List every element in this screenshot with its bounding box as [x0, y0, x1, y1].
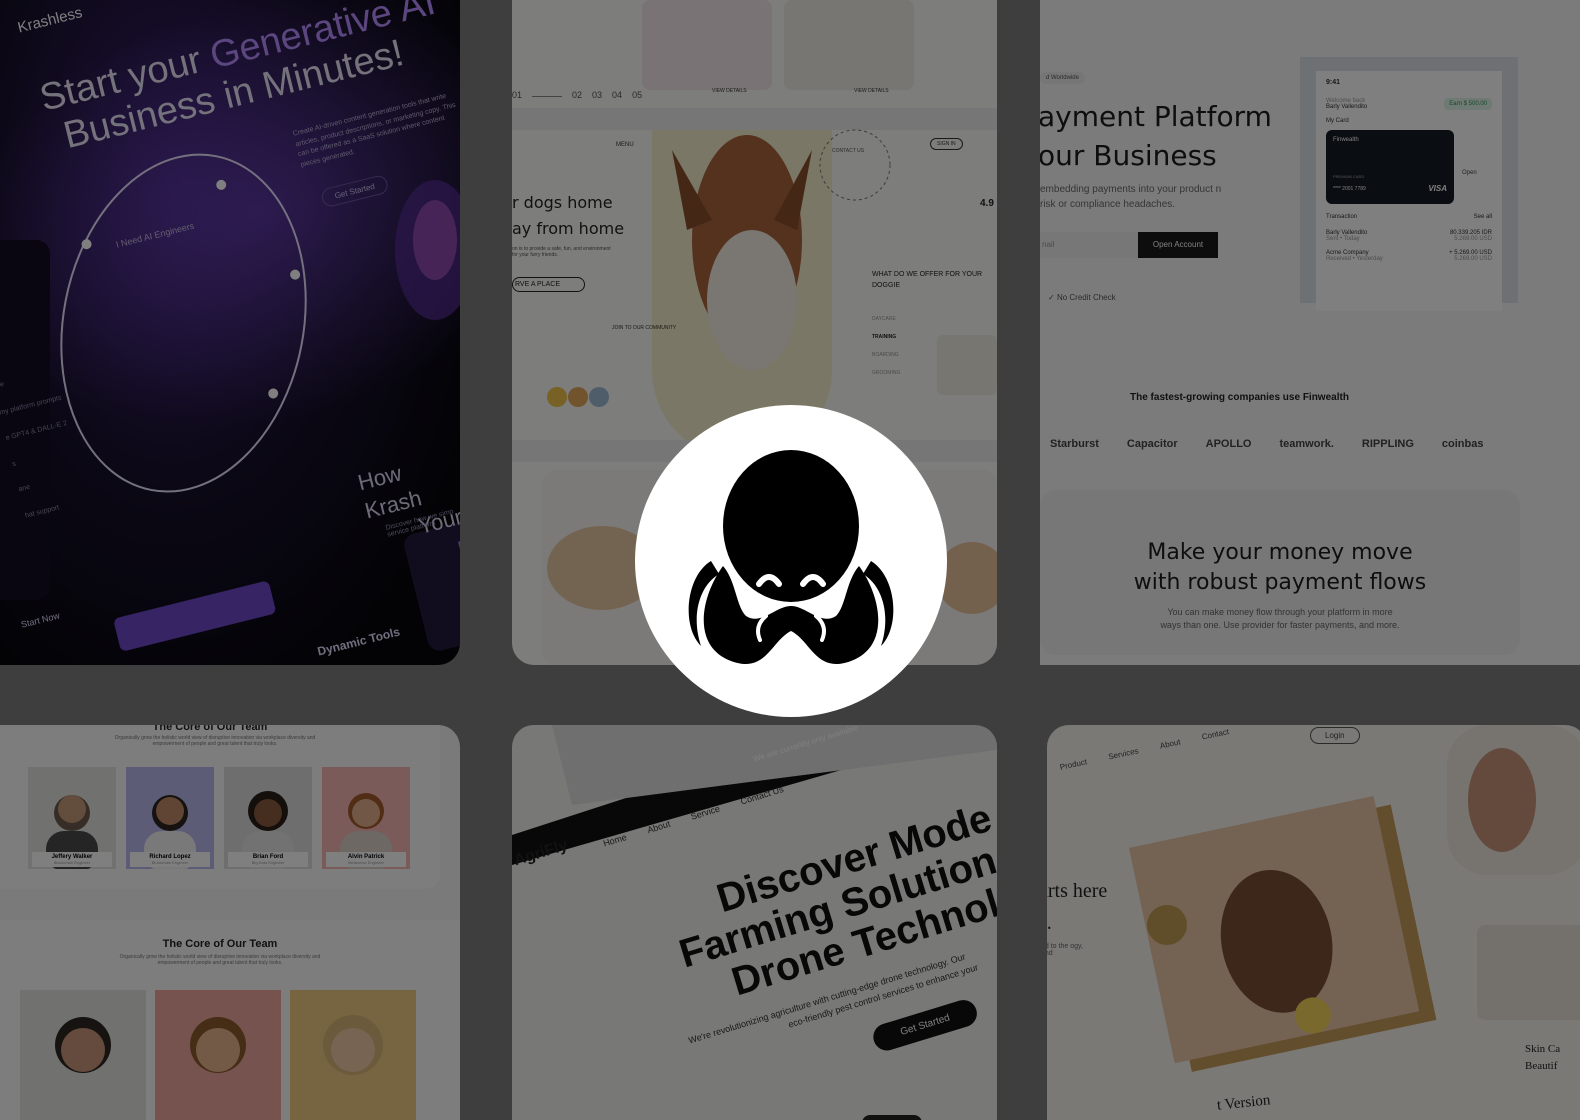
octopus-logo — [635, 405, 947, 717]
ai-how-1: How Krash — [355, 460, 424, 523]
phone-card-label: PREMIUM CARD — [1333, 174, 1365, 179]
phone-see-all-link[interactable]: See all — [1474, 214, 1492, 220]
dog-offer-item[interactable]: GROOMING — [872, 364, 900, 382]
skin-art — [1128, 725, 1580, 1072]
company-logo-starburst: Starburst — [1050, 438, 1099, 450]
skin-body: ad to the ogy, and — [1047, 943, 1083, 957]
dog-pager-item[interactable]: 02 — [572, 90, 582, 100]
dog-offer-item[interactable]: DAYCARE — [872, 310, 900, 328]
phone-card-brand: Finwealth — [1333, 137, 1359, 143]
phone-my-card: My Card — [1326, 118, 1349, 124]
tx-amount2: 5.269.00 USD — [1454, 256, 1492, 262]
phone-tx-row[interactable]: Acme Company Received • Yesterday + 5.269… — [1326, 250, 1492, 262]
pay-money-section: Make your money move with robust payment… — [1040, 490, 1520, 655]
dog-offer-title: WHAT DO WE OFFER FOR YOUR DOGGIE — [872, 271, 983, 289]
team-photo-row — [20, 990, 416, 1120]
team-card[interactable]: Alvin Patrick Metaverse Engineer — [322, 767, 410, 869]
tx-sub: Received • Yesterday — [1326, 256, 1383, 262]
pay-badge: d Worldwide — [1040, 72, 1085, 84]
pay-no-credit-label: No Credit Check — [1056, 293, 1116, 302]
dog-pager-item[interactable]: 05 — [632, 90, 642, 100]
dog-menu-button[interactable]: MENU — [616, 142, 634, 148]
check-icon: ✓ — [1048, 293, 1055, 302]
phone-card-network: VISA — [1428, 184, 1447, 193]
team-title-top: The Core of Our Team — [152, 725, 268, 733]
agrifly-thumbnail: We are currently only available AgriFly … — [512, 725, 997, 1120]
skin-headline-1: arts here — [1047, 880, 1108, 902]
pay-money-1: Make your money move — [1147, 540, 1413, 565]
dog-view-details-link[interactable]: VIEW DETAILS — [712, 88, 747, 94]
skin-side-2: Beautif — [1525, 1059, 1558, 1072]
dog-join-link[interactable]: JOIN TO OUR COMMUNITY — [612, 325, 676, 331]
team-title-bottom: The Core of Our Team — [162, 938, 278, 950]
pay-company-logos: Starburst Capacitor APOLLO teamwork. RIP… — [1050, 438, 1483, 450]
pay-money-body-1: You can make money flow through your pla… — [1167, 607, 1393, 618]
payment-platform-thumbnail: d Worldwide ayment Platform our Business… — [1040, 0, 1580, 665]
skin-headline: arts here s. — [1047, 875, 1107, 939]
phone-tx-row[interactable]: Barly Vallendito Sent • Today 80.339.205 … — [1326, 230, 1492, 242]
team-members: Jeffery Walker Blockchain Engineer Richa… — [28, 767, 410, 869]
skin-headline-2: s. — [1047, 912, 1052, 934]
phone-user-name: Barly Vallendito — [1326, 104, 1368, 110]
tx-sub: Sent • Today — [1326, 236, 1360, 242]
company-logo-teamwork: teamwork. — [1279, 438, 1334, 450]
pay-headline-1: ayment Platform — [1040, 100, 1272, 133]
pay-headline-2: our Business — [1040, 138, 1217, 172]
octopus-logo-icon — [688, 450, 894, 664]
pay-money-body-2: ways than one. Use provider for faster p… — [1160, 620, 1400, 631]
ai-landing-thumbnail: Krashless Start your Generative AI Busin… — [0, 0, 460, 665]
pay-money-2: with robust payment flows — [1133, 569, 1427, 595]
dog-headline: r dogs home ay from home — [512, 190, 624, 241]
team-section-bottom: The Core of Our Team Organically grow th… — [0, 920, 460, 1120]
team-desc: Organically grow the holistic world view… — [114, 735, 316, 747]
dog-contact-badge[interactable]: CONTACT US — [832, 148, 864, 154]
skincare-thumbnail: Login Product Services About Contact art… — [1047, 725, 1580, 1120]
team-member-role: Blockchain Engineer — [151, 860, 189, 865]
company-logo-coinbase: coinbas — [1441, 438, 1484, 450]
skin-side-heading: Skin Ca Beautif — [1525, 1041, 1560, 1074]
dog-pager-item[interactable]: 01 — [512, 90, 522, 100]
dog-body: on is to provide a safe, fun, and enviro… — [512, 246, 611, 258]
dog-offer-item[interactable]: BOARDING — [872, 346, 900, 364]
team-member-role: Big Data Engineer — [251, 860, 285, 865]
dog-pager-item[interactable]: 03 — [592, 90, 602, 100]
company-logo-apollo: APOLLO — [1205, 438, 1252, 450]
dog-reserve-button[interactable]: RVE A PLACE — [512, 277, 586, 292]
phone-card[interactable]: Finwealth PREMIUM CARD **** 2001 7789 VI… — [1326, 130, 1454, 204]
dog-view-details-link[interactable]: VIEW DETAILS — [854, 88, 889, 94]
phone-transaction-title: Transaction — [1326, 214, 1358, 220]
phone-time: 9:41 — [1326, 79, 1341, 86]
team-thumbnail: The Core of Our Team Organically grow th… — [0, 725, 460, 1120]
phone-earn-badge[interactable]: Earn $ 500.00 — [1444, 98, 1492, 110]
dog-offer-list: DAYCARE TRAINING BOARDING GROOMING — [872, 310, 900, 382]
team-card[interactable]: Jeffery Walker Blockchain Engineer — [28, 767, 116, 869]
company-logo-capacitor: Capacitor — [1126, 438, 1178, 450]
team-desc-bottom: Organically grow the holistic world view… — [119, 954, 321, 966]
dog-offer-item-active[interactable]: TRAINING — [872, 328, 900, 346]
skin-login-button[interactable]: Login — [1310, 727, 1360, 744]
pay-open-account-button[interactable]: Open Account — [1138, 232, 1218, 258]
team-card[interactable]: Richard Lopez Blockchain Engineer — [126, 767, 214, 869]
dog-headline-1: r dogs home — [512, 193, 613, 212]
tx-amount2: 5.269.00 USD — [1454, 236, 1492, 242]
pay-no-credit: ✓ No Credit Check — [1048, 293, 1116, 302]
pay-body: embedding payments into your product n r… — [1040, 184, 1222, 210]
team-card[interactable]: Brian Ford Big Data Engineer — [224, 767, 312, 869]
team-member-role: Metaverse Engineer — [348, 860, 384, 865]
company-logo-rippling: RIPPLING — [1361, 438, 1414, 450]
pay-companies-title: The fastest-growing companies use Finwea… — [1130, 392, 1349, 403]
dog-pager: 01 02 03 04 05 — [512, 90, 642, 100]
pay-phone-mock: 9:41 Welcome back Barly Vallendito Earn … — [1300, 57, 1518, 311]
phone-card-number: **** 2001 7789 — [1333, 186, 1366, 192]
dog-pager-item[interactable]: 04 — [612, 90, 622, 100]
dog-headline-2: ay from home — [512, 218, 625, 238]
team-member-role: Blockchain Engineer — [53, 860, 91, 865]
dog-sign-in-button[interactable]: SIGN IN — [930, 138, 963, 150]
skin-side-1: Skin Ca — [1525, 1043, 1561, 1055]
phone-user: Welcome back Barly Vallendito — [1326, 98, 1367, 110]
phone-open[interactable]: Open — [1462, 130, 1477, 204]
dog-rating: 4.9 — [980, 198, 994, 209]
pay-headline: ayment Platform our Business — [1040, 98, 1272, 175]
